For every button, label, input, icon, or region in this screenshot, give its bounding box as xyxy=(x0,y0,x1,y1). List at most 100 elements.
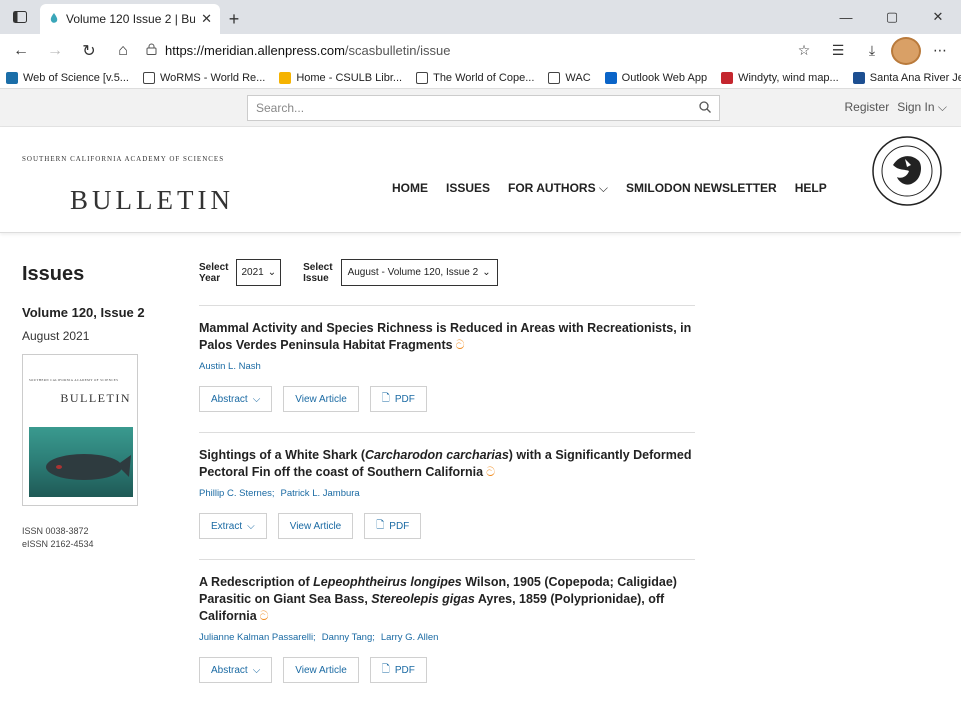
volume-title: Volume 120, Issue 2 xyxy=(22,305,145,320)
lock-icon[interactable] xyxy=(146,43,157,58)
nav-home[interactable]: HOME xyxy=(392,181,428,196)
search-icon[interactable] xyxy=(699,100,711,116)
url-path: /scasbulletin/issue xyxy=(344,43,451,58)
site-header: SOUTHERN CALIFORNIA ACADEMY OF SCIENCES … xyxy=(0,127,961,233)
bookmark-label: Santa Ana River Jett... xyxy=(869,71,961,84)
bookmark-icon xyxy=(548,71,561,84)
pdf-button[interactable]: 🗋 PDF xyxy=(369,386,427,412)
chevron-down-icon: ⌵ xyxy=(247,520,255,532)
maximize-icon[interactable]: ▢ xyxy=(869,0,915,34)
favorites-icon[interactable]: ☰ xyxy=(823,37,853,65)
author-link[interactable]: Patrick L. Jambura xyxy=(281,488,360,499)
nav-help[interactable]: HELP xyxy=(795,181,827,196)
forward-icon[interactable]: → xyxy=(40,37,70,65)
bookmark-label: Web of Science [v.5... xyxy=(23,71,129,84)
minimize-icon[interactable]: — xyxy=(823,0,869,34)
add-favorite-icon[interactable]: ☆ xyxy=(789,37,819,65)
tab-title: Volume 120 Issue 2 | Bulletin of t xyxy=(66,12,196,26)
cover-photo xyxy=(29,427,133,497)
bookmark-icon xyxy=(604,71,617,84)
nav-for-authors[interactable]: FOR AUTHORS ⌵ xyxy=(508,181,608,196)
site-utility-bar: Search... Register Sign In ⌵ xyxy=(0,89,961,127)
article-authors: Julianne Kalman Passarelli; Danny Tang; … xyxy=(199,632,695,643)
home-icon[interactable]: ⌂ xyxy=(108,37,138,65)
issn: ISSN 0038-3872 xyxy=(22,526,89,536)
issn-info: ISSN 0038-3872 eISSN 2162-4534 xyxy=(22,525,94,551)
extract-button[interactable]: Extract ⌵ xyxy=(199,513,267,539)
eissn: eISSN 2162-4534 xyxy=(22,539,94,549)
bookmark-icon xyxy=(852,71,865,84)
author-link[interactable]: Danny Tang; xyxy=(322,632,375,643)
bookmark-item[interactable]: Outlook Web App xyxy=(604,71,708,84)
year-select[interactable]: 2021 ⌄ xyxy=(236,259,282,286)
cover-academy-text: SOUTHERN CALIFORNIA ACADEMY OF SCIENCES xyxy=(29,378,119,382)
chevron-down-icon: ⌄ xyxy=(267,267,277,278)
window-controls: — ▢ ✕ xyxy=(823,0,961,34)
pdf-icon: 🗋 xyxy=(376,519,385,531)
close-window-icon[interactable]: ✕ xyxy=(915,0,961,34)
new-tab-button[interactable]: + xyxy=(220,4,248,34)
back-icon[interactable]: ← xyxy=(6,37,36,65)
author-link[interactable]: Phillip C. Sternes; xyxy=(199,488,275,499)
main-nav: HOME ISSUES FOR AUTHORS ⌵ SMILODON NEWSL… xyxy=(392,181,827,196)
article-title[interactable]: A Redescription of Lepeophtheirus longip… xyxy=(199,574,695,625)
tab-close-icon[interactable]: ✕ xyxy=(201,11,212,27)
browser-tab-bar: Volume 120 Issue 2 | Bulletin of t ✕ + —… xyxy=(0,0,961,34)
journal-logo[interactable]: BULLETIN xyxy=(70,185,234,216)
bookmark-item[interactable]: Web of Science [v.5... xyxy=(6,71,129,84)
pdf-button[interactable]: 🗋 PDF xyxy=(364,513,422,539)
issue-filters: Select Year 2021 ⌄ Select Issue August - Vo… xyxy=(199,259,498,286)
author-link[interactable]: Julianne Kalman Passarelli; xyxy=(199,632,316,643)
browser-tab[interactable]: Volume 120 Issue 2 | Bulletin of t ✕ xyxy=(40,4,220,34)
search-input[interactable]: Search... xyxy=(247,95,720,121)
author-link[interactable]: Austin L. Nash xyxy=(199,361,261,372)
abstract-button[interactable]: Abstract ⌵ xyxy=(199,657,273,683)
bookmark-item[interactable]: Santa Ana River Jett... xyxy=(852,71,961,84)
volume-date: August 2021 xyxy=(22,329,90,343)
chevron-down-icon: ⌵ xyxy=(598,181,609,195)
bookmark-label: Outlook Web App xyxy=(621,71,708,84)
register-link[interactable]: Register xyxy=(845,100,890,115)
open-access-icon: ට xyxy=(259,609,269,623)
signin-link[interactable]: Sign In ⌵ xyxy=(897,100,947,115)
bookmark-label: Windyty, wind map... xyxy=(738,71,839,84)
year-label: Select Year xyxy=(199,261,229,284)
url-field[interactable]: https://meridian.allenpress.com/scasbull… xyxy=(142,37,785,65)
cover-journal-text: BULLETIN xyxy=(60,391,131,405)
article-title[interactable]: Mammal Activity and Species Richness is … xyxy=(199,320,695,354)
bookmark-item[interactable]: WoRMS - World Re... xyxy=(142,71,266,84)
bookmark-label: WoRMS - World Re... xyxy=(159,71,266,84)
more-menu-icon[interactable]: ⋯ xyxy=(925,37,955,65)
profile-avatar[interactable] xyxy=(891,36,921,65)
nav-smilodon-newsletter[interactable]: SMILODON NEWSLETTER xyxy=(626,181,777,196)
open-access-icon: ට xyxy=(455,338,465,352)
pdf-button[interactable]: 🗋 PDF xyxy=(369,657,427,683)
article-title[interactable]: Sightings of a White Shark (Carcharodon … xyxy=(199,447,695,481)
issue-select[interactable]: August - Volume 120, Issue 2 ⌄ xyxy=(340,259,498,286)
view-article-button[interactable]: View Article xyxy=(283,386,359,412)
tab-actions-icon[interactable] xyxy=(0,0,40,34)
academy-seal-logo[interactable] xyxy=(871,135,943,207)
bookmark-item[interactable]: WAC xyxy=(548,71,591,84)
view-article-button[interactable]: View Article xyxy=(283,657,359,683)
article-actions: Extract ⌵ View Article 🗋 PDF xyxy=(199,513,695,539)
page-title: Issues xyxy=(22,263,85,285)
bookmark-item[interactable]: Home - CSULB Libr... xyxy=(279,71,402,84)
article-authors: Phillip C. Sternes; Patrick L. Jambura xyxy=(199,488,695,499)
main-content: Issues Volume 120, Issue 2 August 2021 S… xyxy=(0,233,961,703)
author-link[interactable]: Larry G. Allen xyxy=(381,632,439,643)
chevron-down-icon: ⌵ xyxy=(252,393,261,405)
browser-toolbar: ☆ ☰ ⤓ ⋯ xyxy=(789,36,955,65)
issue-cover-image[interactable]: SOUTHERN CALIFORNIA ACADEMY OF SCIENCES … xyxy=(22,354,138,506)
abstract-button[interactable]: Abstract ⌵ xyxy=(199,386,273,412)
refresh-icon[interactable]: ↻ xyxy=(74,37,104,65)
bookmark-item[interactable]: The World of Cope... xyxy=(416,71,534,84)
bookmark-item[interactable]: Windyty, wind map... xyxy=(721,71,839,84)
chevron-down-icon: ⌵ xyxy=(252,664,261,676)
view-article-button[interactable]: View Article xyxy=(277,513,354,539)
downloads-icon[interactable]: ⤓ xyxy=(857,37,887,65)
bookmark-icon xyxy=(416,71,429,84)
chevron-down-icon: ⌵ xyxy=(937,100,947,114)
nav-issues[interactable]: ISSUES xyxy=(446,181,490,196)
pdf-icon: 🗋 xyxy=(381,663,390,675)
